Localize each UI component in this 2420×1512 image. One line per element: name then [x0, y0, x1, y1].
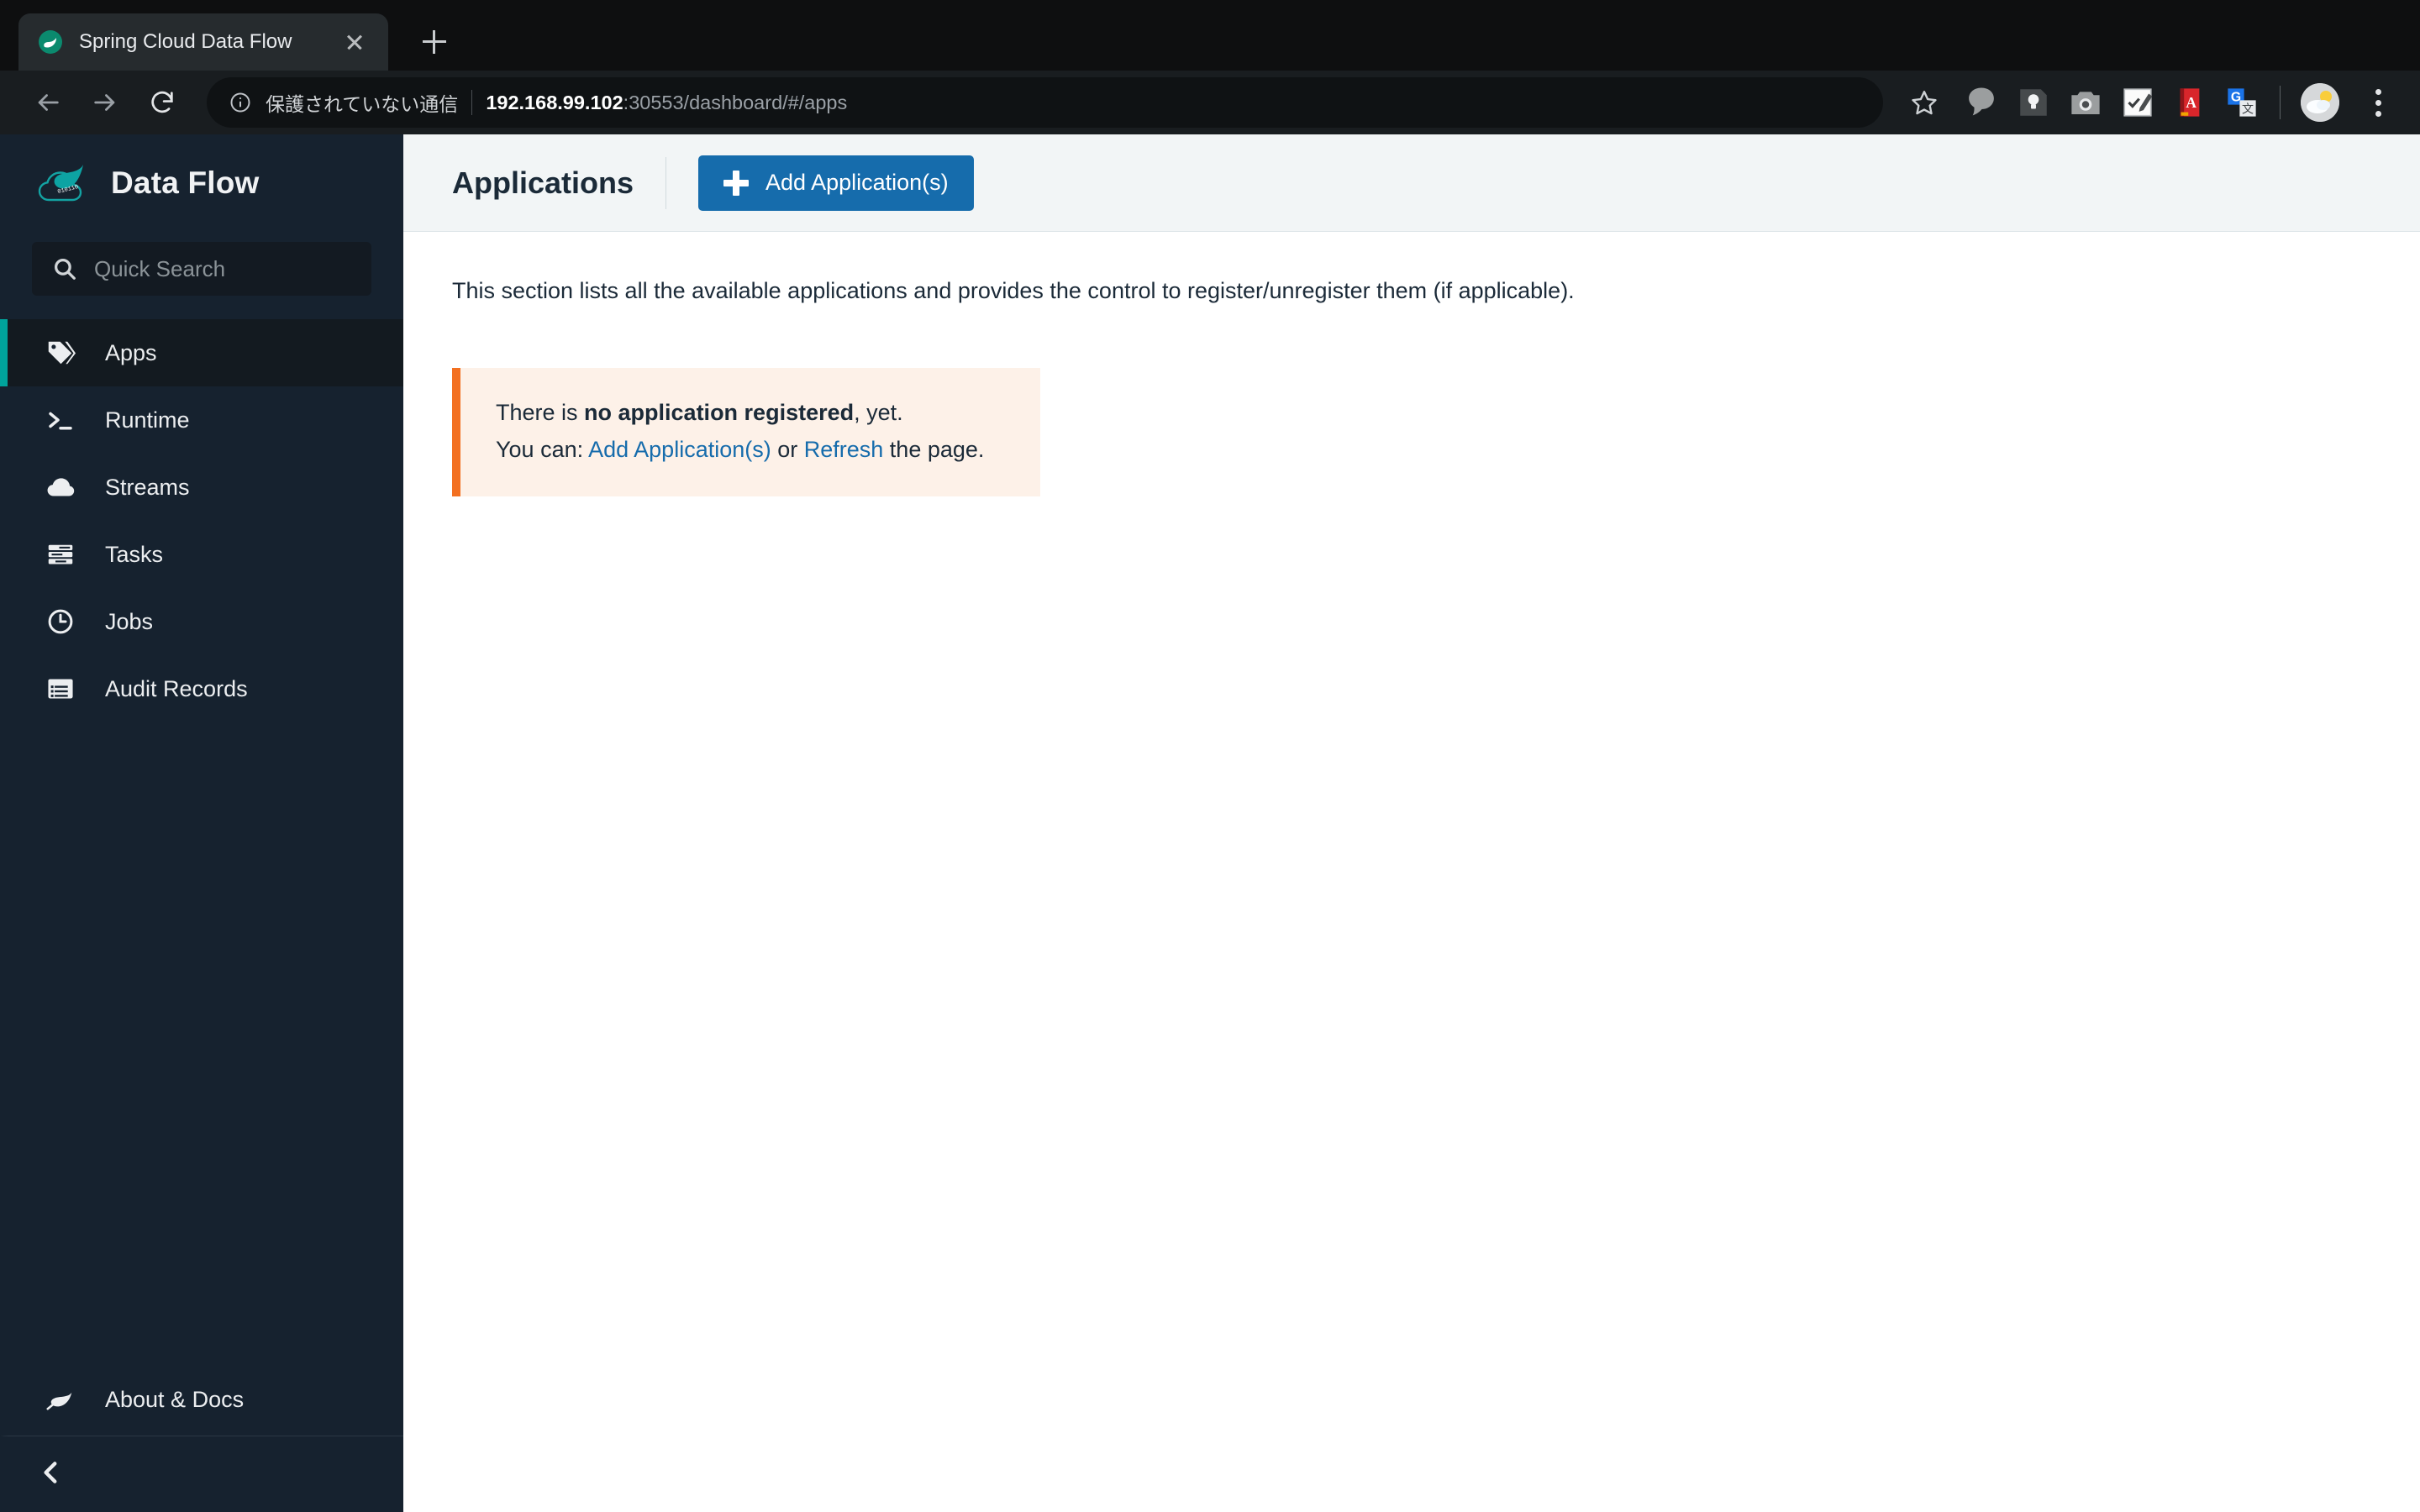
refresh-link[interactable]: Refresh	[804, 437, 884, 462]
tab-strip: Spring Cloud Data Flow	[0, 0, 2420, 71]
sidebar-item-label: Apps	[105, 339, 157, 365]
checklist-edit-extension-icon[interactable]	[2120, 85, 2155, 120]
three-dot-menu-icon[interactable]	[2358, 78, 2398, 127]
back-arrow-icon[interactable]	[22, 76, 74, 129]
add-application-button[interactable]: Add Application(s)	[698, 155, 974, 211]
svg-text:G: G	[2231, 90, 2241, 104]
sidebar-nav: Apps Runtime Streams Tasks Jobs Audit Re…	[0, 319, 403, 722]
menu-dot	[2375, 88, 2381, 95]
weather-cloud-sun-avatar[interactable]	[2301, 83, 2339, 122]
google-translate-extension-icon[interactable]: G 文	[2224, 85, 2260, 120]
browser-toolbar: 保護されていない通信 192.168.99.102:30553/dashboar…	[0, 71, 2420, 134]
sidebar-item-streams[interactable]: Streams	[0, 454, 403, 521]
search-container	[0, 242, 403, 296]
reload-icon[interactable]	[136, 76, 188, 129]
section-description: This section lists all the available app…	[452, 278, 1575, 303]
sidebar-item-label: Jobs	[105, 608, 154, 634]
sidebar-item-label: Tasks	[105, 541, 164, 567]
sidebar-item-label: Audit Records	[105, 675, 248, 701]
alert-line1-suffix: , yet.	[854, 399, 903, 425]
alert-line1-bold: no application registered	[584, 399, 855, 425]
lightbulb-note-extension-icon[interactable]	[2016, 85, 2051, 120]
brand-title: Data Flow	[111, 165, 260, 200]
url-text: 192.168.99.102:30553/dashboard/#/apps	[486, 92, 847, 114]
chevron-left-icon	[37, 1458, 66, 1491]
security-label: 保護されていない通信	[266, 93, 459, 115]
add-application-button-label: Add Application(s)	[765, 170, 949, 195]
quick-search-box[interactable]	[32, 242, 371, 296]
clock-icon	[45, 606, 76, 638]
browser-window: Spring Cloud Data Flow 保護されていない通信 192.16…	[0, 0, 2420, 1512]
page-title: Applications	[452, 165, 634, 200]
alert-line-2: You can: Add Application(s) or Refresh t…	[496, 432, 1010, 469]
menu-dot	[2375, 110, 2381, 117]
spring-leaf-favicon	[37, 29, 64, 55]
sidebar-item-label: About & Docs	[105, 1387, 245, 1412]
spring-cloud-data-flow-logo: 010110	[37, 160, 92, 207]
sidebar-item-runtime[interactable]: Runtime	[0, 386, 403, 454]
brand-header: 010110 Data Flow	[0, 134, 403, 232]
svg-text:A: A	[2186, 94, 2196, 111]
close-icon[interactable]	[339, 27, 370, 57]
content-area: This section lists all the available app…	[403, 232, 2420, 497]
alert-line2-prefix: You can:	[496, 436, 589, 462]
sidebar-item-tasks[interactable]: Tasks	[0, 521, 403, 588]
search-input[interactable]	[94, 255, 351, 282]
main-content: Applications Add Application(s) This sec…	[403, 134, 2420, 1512]
alert-line1-prefix: There is	[496, 399, 585, 425]
search-icon	[52, 256, 77, 281]
sidebar-item-apps[interactable]: Apps	[0, 319, 403, 386]
alert-line2-suffix: the page.	[883, 436, 985, 462]
extension-icons: A G 文	[1964, 85, 2260, 120]
no-applications-alert: There is no application registered, yet.…	[452, 367, 1040, 497]
alert-line-1: There is no application registered, yet.	[496, 395, 1010, 432]
server-icon	[45, 538, 76, 570]
toolbar-divider	[2280, 86, 2281, 119]
speech-bubble-extension-icon[interactable]	[1964, 85, 1999, 120]
leaf-icon	[45, 1384, 76, 1416]
red-dictionary-extension-icon[interactable]: A	[2172, 85, 2207, 120]
tab-title: Spring Cloud Data Flow	[79, 30, 292, 53]
sidebar-item-audit-records[interactable]: Audit Records	[0, 655, 403, 722]
alert-line2-middle: or	[771, 436, 804, 462]
info-circle-icon[interactable]	[229, 91, 252, 114]
sidebar-collapse-button[interactable]	[0, 1436, 403, 1512]
app-body: 010110 Data Flow Quick Search Apps Runti…	[0, 134, 2420, 1512]
sidebar-item-label: Streams	[105, 474, 190, 500]
omnibox-divider	[471, 90, 473, 115]
sidebar-item-about-docs[interactable]: About & Docs	[0, 1364, 403, 1436]
forward-arrow-icon[interactable]	[79, 76, 131, 129]
bookmark-star-icon[interactable]	[1900, 78, 1949, 127]
add-applications-link[interactable]: Add Application(s)	[588, 437, 771, 462]
terminal-icon	[45, 404, 76, 436]
url-path: :30553/dashboard/#/apps	[623, 91, 848, 113]
sidebar-item-label: Runtime	[105, 407, 190, 433]
new-tab-button[interactable]	[410, 18, 459, 66]
plus-icon	[723, 170, 750, 196]
browser-tab[interactable]: Spring Cloud Data Flow	[18, 13, 388, 71]
tag-icon	[45, 337, 76, 369]
list-window-icon	[45, 673, 76, 705]
camera-extension-icon[interactable]	[2068, 85, 2103, 120]
address-bar[interactable]: 保護されていない通信 192.168.99.102:30553/dashboar…	[207, 77, 1883, 128]
menu-dot	[2375, 99, 2381, 106]
url-host: 192.168.99.102	[486, 91, 623, 113]
svg-text:文: 文	[2242, 102, 2254, 115]
cloud-icon	[45, 471, 76, 503]
page-header: Applications Add Application(s)	[403, 134, 2420, 232]
sidebar: 010110 Data Flow Quick Search Apps Runti…	[0, 134, 403, 1512]
sidebar-item-jobs[interactable]: Jobs	[0, 588, 403, 655]
